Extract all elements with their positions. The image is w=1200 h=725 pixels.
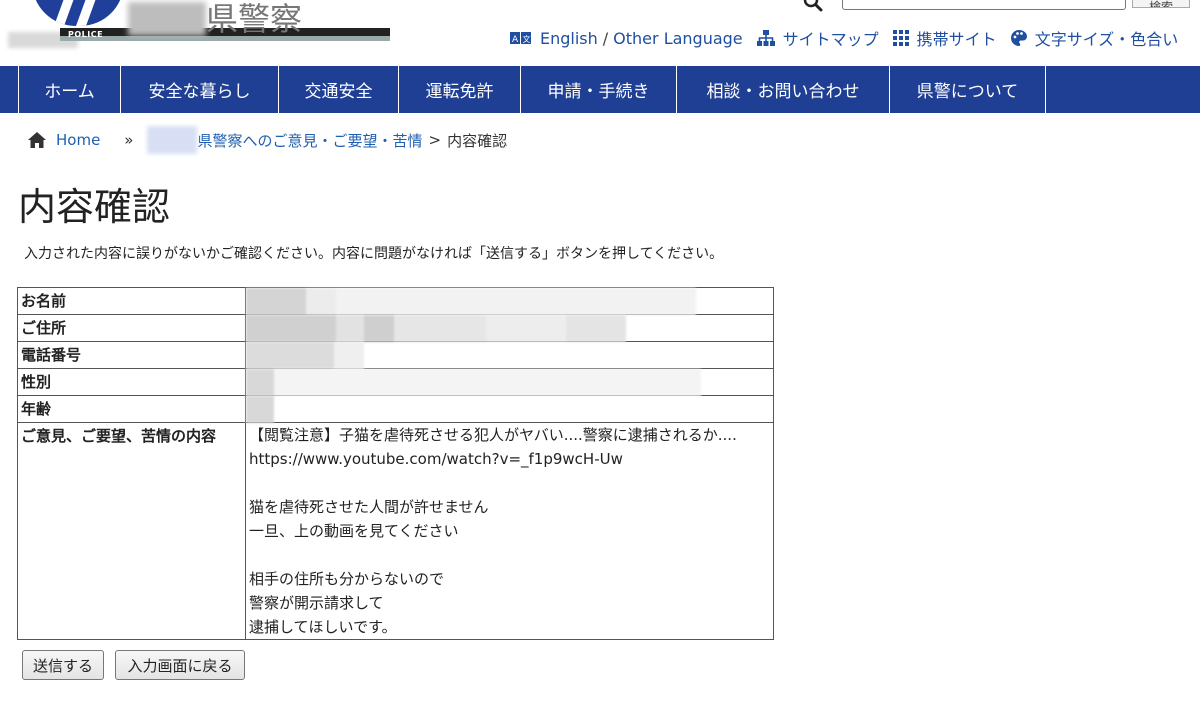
sitemap-label: サイトマップ xyxy=(782,30,879,49)
message-line: 猫を虐待死させた人間が許せません xyxy=(249,498,489,516)
back-to-input-button[interactable]: 入力画面に戻る xyxy=(115,650,245,680)
message-label: ご意見、ご要望、苦情の内容 xyxy=(17,422,246,640)
breadcrumb-separator: » xyxy=(124,131,134,149)
police-emblem-icon xyxy=(32,0,124,26)
nav-item-consultation[interactable]: 相談・お問い合わせ xyxy=(676,66,889,113)
gender-label: 性別 xyxy=(17,368,246,396)
other-language-label: Other Language xyxy=(613,28,743,48)
phone-label: 電話番号 xyxy=(17,341,246,369)
instructions-text: 入力された内容に誤りがないかご確認ください。内容に問題がなければ「送信する」ボタ… xyxy=(24,246,724,262)
message-line: 逮捕してほしいです。 xyxy=(249,618,397,636)
breadcrumb-home[interactable]: Home xyxy=(56,131,100,149)
message-line: https://www.youtube.com/watch?v=_f1p9wcH… xyxy=(249,450,623,468)
age-label: 年齢 xyxy=(17,395,246,423)
mobile-site-label: 携帯サイト xyxy=(916,30,997,49)
redacted-prefecture-name xyxy=(147,126,198,154)
message-value: 【閲覧注意】子猫を虐待死させる犯人がヤバい....警察に逮捕されるか.... h… xyxy=(245,422,774,640)
breadcrumb: Home » 県警察へのご意見・ご要望・苦情 > 内容確認 xyxy=(28,126,507,154)
nav-item-safe-living[interactable]: 安全な暮らし xyxy=(120,66,278,113)
message-line: 【閲覧注意】子猫を虐待死させる犯人がヤバい....警察に逮捕されるか.... xyxy=(249,426,737,444)
language-separator: / xyxy=(602,28,609,48)
search-button[interactable]: 検索 xyxy=(1132,0,1190,8)
name-label: お名前 xyxy=(17,287,246,315)
message-line: 警察が開示請求して xyxy=(249,594,384,612)
nav-item-about[interactable]: 県警について xyxy=(889,66,1046,113)
svg-text:A: A xyxy=(512,35,519,45)
breadcrumb-parent[interactable]: 県警察へのご意見・ご要望・苦情 xyxy=(197,130,422,151)
search-input[interactable] xyxy=(842,0,1126,10)
address-value-redacted xyxy=(245,314,774,342)
sitemap-link[interactable]: サイトマップ xyxy=(756,26,879,50)
mobile-site-link[interactable]: 携帯サイト xyxy=(892,26,997,50)
table-row: 電話番号 xyxy=(17,341,774,369)
nav-item-drivers-license[interactable]: 運転免許 xyxy=(398,66,520,113)
breadcrumb-current: 内容確認 xyxy=(447,131,508,150)
nav-item-home[interactable]: ホーム xyxy=(18,66,120,113)
grid-icon xyxy=(892,30,909,46)
nav-item-traffic-safety[interactable]: 交通安全 xyxy=(278,66,398,113)
name-value-redacted xyxy=(245,287,774,315)
message-line: 相手の住所も分からないので xyxy=(249,570,445,588)
table-row: 性別 xyxy=(17,368,774,396)
phone-value-redacted xyxy=(245,341,774,369)
palette-icon xyxy=(1010,30,1027,46)
home-icon xyxy=(28,132,46,148)
translate-icon: A 文 xyxy=(510,32,531,45)
table-row: ご意見、ご要望、苦情の内容 【閲覧注意】子猫を虐待死させる犯人がヤバい....警… xyxy=(17,422,774,640)
utility-links: A 文 English / Other Language サイトマップ 携帯サイ… xyxy=(510,26,1178,50)
message-line: 一旦、上の動画を見てください xyxy=(249,522,459,540)
sitemap-icon xyxy=(756,30,775,46)
page-title: 内容確認 xyxy=(18,185,171,229)
table-row: ご住所 xyxy=(17,314,774,342)
table-row: 年齢 xyxy=(17,395,774,423)
address-label: ご住所 xyxy=(17,314,246,342)
message-line xyxy=(249,471,770,495)
nav-item-applications[interactable]: 申請・手続き xyxy=(520,66,676,113)
redacted-prefecture-name xyxy=(128,2,206,36)
search-icon[interactable] xyxy=(803,0,823,12)
site-logo[interactable]: POLICE 県警察 xyxy=(0,0,400,66)
main-nav: ホーム 安全な暮らし 交通安全 運転免許 申請・手続き 相談・お問い合わせ 県警… xyxy=(0,66,1200,113)
gender-value-redacted xyxy=(245,368,774,396)
table-row: お名前 xyxy=(17,287,774,315)
message-line xyxy=(249,543,770,567)
logo-police-text: POLICE xyxy=(68,30,104,39)
other-language-link[interactable]: Other Language xyxy=(613,29,742,48)
breadcrumb-separator: > xyxy=(428,131,442,149)
confirmation-table: お名前 ご住所 電話番号 性別 年齢 ご意見、ご要望、苦情の内容 【閲覧注意】子… xyxy=(17,287,774,640)
age-value-redacted xyxy=(245,395,774,423)
submit-button[interactable]: 送信する xyxy=(22,650,104,680)
english-link[interactable]: A 文 English xyxy=(510,29,598,48)
text-size-color-label: 文字サイズ・色合い xyxy=(1034,30,1179,49)
english-label: English xyxy=(540,28,598,48)
site-title: 県警察 xyxy=(206,0,303,38)
svg-text:文: 文 xyxy=(523,34,531,44)
text-size-color-link[interactable]: 文字サイズ・色合い xyxy=(1010,26,1179,50)
